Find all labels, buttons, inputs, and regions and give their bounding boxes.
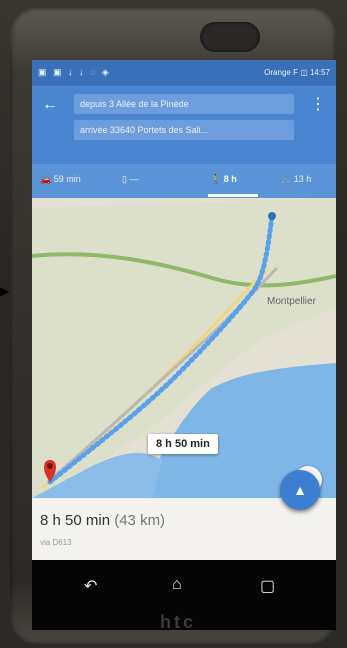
home-icon[interactable]: ⌂ <box>172 576 182 594</box>
tab-transit-label: — <box>129 174 139 184</box>
tab-driving[interactable]: 🚗 59 min <box>40 174 81 185</box>
back-icon[interactable]: ↶ <box>84 576 97 596</box>
pin-center <box>47 463 53 469</box>
origin-dot <box>268 212 276 220</box>
phone-screen: ▣ ▣ ↓ ↓ ◌ ◈ Orange F ◫ 14:57 ← depuis 3 … <box>32 60 336 630</box>
status-bar: ▣ ▣ ↓ ↓ ◌ ◈ Orange F ◫ 14:57 <box>32 60 336 86</box>
destination-field[interactable]: arrivée 33640 Portets des Sali... <box>74 120 294 140</box>
tab-transit[interactable]: ▯ — <box>122 174 138 185</box>
more-options-icon[interactable]: ⋮ <box>310 94 326 114</box>
arrow-pointer-icon: ▶ <box>0 284 10 298</box>
travel-mode-tabs: 🚗 59 min ▯ — 🚶 8 h 🚲 13 h <box>32 164 336 198</box>
route-distance: (43 km) <box>114 512 166 529</box>
front-camera-speaker <box>200 22 260 52</box>
directions-header: ← depuis 3 Allée de la Pinède arrivée 33… <box>32 86 336 164</box>
tab-cycling-label: 13 h <box>293 174 312 184</box>
recent-apps-icon[interactable]: ▢ <box>260 576 275 596</box>
map-view[interactable]: Montpellier 8 h 50 min <box>32 198 336 498</box>
route-duration-callout: 8 h 50 min <box>148 434 218 454</box>
route-via: via D613 <box>40 538 72 547</box>
place-label: Montpellier <box>267 296 316 307</box>
route-summary: 8 h 50 min (43 km) <box>40 512 165 529</box>
active-tab-indicator <box>208 194 258 197</box>
route-duration: 8 h 50 min <box>40 512 111 529</box>
brand-logo: htc <box>160 612 196 632</box>
status-right: Orange F ◫ 14:57 <box>264 68 330 77</box>
navigate-button[interactable]: ▲ <box>280 470 320 510</box>
tab-walking-label: 8 h <box>223 174 237 184</box>
back-arrow-icon[interactable]: ← <box>42 96 58 114</box>
origin-field[interactable]: depuis 3 Allée de la Pinède <box>74 94 294 114</box>
tab-driving-label: 59 min <box>53 174 81 184</box>
tab-cycling[interactable]: 🚲 13 h <box>280 174 311 185</box>
status-icons: ▣ ▣ ↓ ↓ ◌ ◈ <box>38 67 111 77</box>
tab-walking[interactable]: 🚶 8 h <box>210 174 237 185</box>
